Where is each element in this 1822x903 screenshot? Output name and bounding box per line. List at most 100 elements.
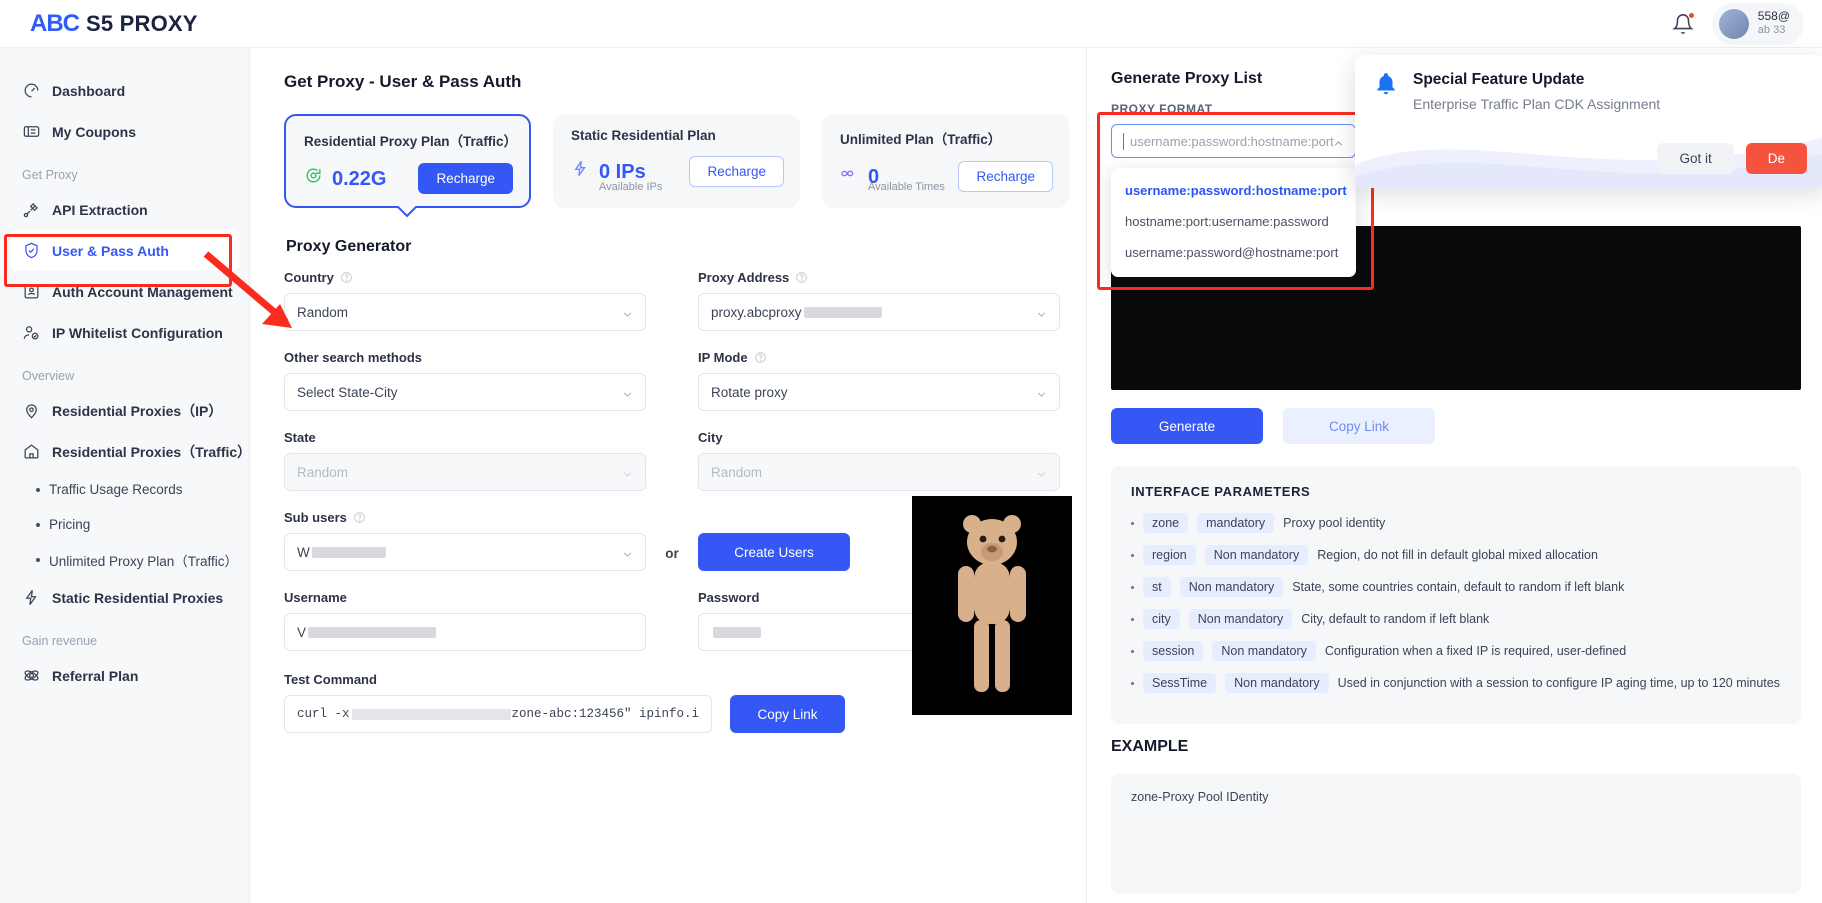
- parameter-row: city Non mandatory City, default to rand…: [1131, 609, 1781, 629]
- parameter-requirement: Non mandatory: [1212, 641, 1316, 661]
- user-menu-button[interactable]: 558@ ab 33: [1711, 2, 1804, 45]
- redacted-mask: [803, 306, 882, 318]
- help-icon[interactable]: [353, 511, 366, 524]
- bullet-icon: [36, 487, 40, 492]
- ip-mode-select[interactable]: Rotate proxy: [698, 373, 1060, 411]
- field-label: Username: [284, 590, 646, 605]
- copy-link-button[interactable]: Copy Link: [730, 695, 845, 733]
- sidebar-item-auth-account-management[interactable]: Auth Account Management: [10, 271, 239, 312]
- sidebar-item-residential-proxies-ip[interactable]: Residential Proxies（IP）: [10, 390, 239, 431]
- proxy-address-select[interactable]: proxy.abcproxy: [698, 293, 1060, 331]
- details-button[interactable]: De: [1745, 143, 1807, 174]
- plan-sub-label: Available IPs: [599, 181, 663, 193]
- bell-icon: [1377, 73, 1395, 95]
- parameter-row: session Non mandatory Configuration when…: [1131, 641, 1781, 661]
- ip-mode-value: Rotate proxy: [711, 384, 788, 400]
- plan-card-static-residential[interactable]: Static Residential Plan 0 IPs Recharge A…: [553, 114, 800, 208]
- sidebar-item-dashboard[interactable]: Dashboard: [10, 70, 239, 111]
- city-label-text: City: [698, 430, 723, 445]
- top-bar: ABC S5 PROXY 558@ ab 33: [0, 0, 1822, 48]
- chevron-down-icon: [1037, 472, 1046, 477]
- sidebar-item-referral-plan[interactable]: Referral Plan: [10, 655, 239, 696]
- sidebar-subitem-traffic-usage-records[interactable]: Traffic Usage Records: [10, 472, 239, 507]
- notification-bell-button[interactable]: [1671, 11, 1695, 35]
- brand-name: S5 PROXY: [86, 10, 198, 36]
- sidebar-item-ip-whitelist-configuration[interactable]: IP Whitelist Configuration: [10, 312, 239, 353]
- sidebar-item-user-pass-auth[interactable]: User & Pass Auth: [10, 230, 239, 271]
- help-icon[interactable]: [754, 351, 767, 364]
- proxy-format-select[interactable]: username:password:hostname:port: [1111, 124, 1356, 158]
- proxy-address-label-text: Proxy Address: [698, 270, 790, 285]
- redacted-mask: [311, 546, 386, 558]
- other-search-label-text: Other search methods: [284, 350, 422, 365]
- username-input[interactable]: V: [284, 613, 646, 651]
- parameter-requirement: Non mandatory: [1179, 577, 1284, 597]
- help-icon[interactable]: [340, 271, 353, 284]
- sidebar-item-my-coupons[interactable]: My Coupons: [10, 111, 239, 152]
- password-label-text: Password: [698, 590, 760, 605]
- generate-button[interactable]: Generate: [1111, 408, 1263, 444]
- sub-users-select[interactable]: W: [284, 533, 646, 571]
- field-label: IP Mode: [698, 350, 1060, 365]
- plan-card-unlimited[interactable]: Unlimited Plan（Traffic） 0 Recharge Avail…: [822, 114, 1069, 208]
- parameter-description: Configuration when a fixed IP is require…: [1324, 644, 1627, 658]
- test-command-input[interactable]: curl -x zone-abc:123456" ipinfo.i: [284, 695, 712, 733]
- sidebar-group-get-proxy: Get Proxy: [22, 168, 78, 182]
- field-label: City: [698, 430, 1060, 445]
- recharge-button[interactable]: Recharge: [958, 161, 1053, 192]
- selected-plan-caret-icon: [396, 206, 417, 217]
- copy-link-button[interactable]: Copy Link: [1283, 408, 1435, 444]
- brand-abc-mark: ABC: [30, 9, 80, 37]
- recharge-button[interactable]: Recharge: [689, 156, 784, 187]
- sidebar-subitem-unlimited-proxy-plan[interactable]: Unlimited Proxy Plan（Traffic）: [10, 542, 239, 577]
- proxy-format-field: username:password:hostname:port username…: [1097, 112, 1374, 290]
- example-card: zone-Proxy Pool IDentity: [1111, 774, 1801, 894]
- create-users-button[interactable]: Create Users: [698, 533, 850, 571]
- example-text: zone-Proxy Pool IDentity: [1131, 790, 1269, 804]
- example-title: EXAMPLE: [1111, 738, 1189, 755]
- sidebar-subitem-pricing[interactable]: Pricing: [10, 507, 239, 542]
- state-select[interactable]: Random: [284, 453, 646, 491]
- field-username: Username V: [284, 590, 646, 651]
- sub-users-label-text: Sub users: [284, 510, 347, 525]
- bullet-icon: [1131, 617, 1134, 621]
- plan-card-residential-traffic[interactable]: Residential Proxy Plan（Traffic） 0.22G Re…: [284, 114, 531, 217]
- proxy-format-dropdown: username:password:hostname:port hostname…: [1111, 168, 1356, 277]
- help-icon[interactable]: [795, 271, 808, 284]
- got-it-button[interactable]: Got it: [1657, 143, 1734, 174]
- test-command-prefix: curl -x: [297, 707, 350, 721]
- sidebar-item-static-residential-proxies[interactable]: Static Residential Proxies: [10, 577, 239, 618]
- proxy-format-option[interactable]: hostname:port:username:password: [1111, 206, 1356, 237]
- user-info: 558@ ab 33: [1757, 9, 1790, 36]
- field-city: City Random: [698, 430, 1060, 491]
- country-select[interactable]: Random: [284, 293, 646, 331]
- chevron-down-icon: [1037, 392, 1046, 397]
- proxy-format-option[interactable]: username:password@hostname:port: [1111, 237, 1356, 268]
- chevron-down-icon: [623, 472, 632, 477]
- city-select[interactable]: Random: [698, 453, 1060, 491]
- proxy-format-option[interactable]: username:password:hostname:port: [1111, 175, 1356, 206]
- sidebar-item-label: API Extraction: [52, 201, 148, 218]
- field-other-search-methods: Other search methods Select State-City: [284, 350, 646, 411]
- field-ip-mode: IP Mode Rotate proxy: [698, 350, 1060, 411]
- username-label-text: Username: [284, 590, 347, 605]
- test-command-suffix: zone-abc:123456" ipinfo.i: [511, 707, 699, 721]
- recharge-button[interactable]: Recharge: [418, 163, 513, 194]
- parameter-row: st Non mandatory State, some countries c…: [1131, 577, 1781, 597]
- sidebar-subitem-label: Pricing: [49, 517, 91, 532]
- sidebar-item-label: Residential Proxies（Traffic）: [52, 443, 250, 460]
- bullet-icon: [36, 522, 40, 527]
- sidebar-item-label: My Coupons: [52, 123, 136, 140]
- user-email: 558@: [1757, 9, 1790, 24]
- sidebar-item-residential-proxies-traffic[interactable]: Residential Proxies（Traffic）: [10, 431, 249, 472]
- sidebar-item-api-extraction[interactable]: API Extraction: [10, 189, 239, 230]
- brand-logo[interactable]: ABC S5 PROXY: [0, 10, 198, 38]
- other-search-select[interactable]: Select State-City: [284, 373, 646, 411]
- proxy-generator-title: Proxy Generator: [286, 238, 412, 255]
- sidebar-item-label: Dashboard: [52, 82, 126, 99]
- chevron-up-icon: [1334, 141, 1343, 146]
- plan-card-body: 0.22G Recharge: [304, 163, 513, 194]
- user-check-icon: [23, 326, 39, 340]
- plan-card-title: Unlimited Plan（Traffic）: [840, 132, 1002, 147]
- media-thumbnail[interactable]: [912, 496, 1072, 715]
